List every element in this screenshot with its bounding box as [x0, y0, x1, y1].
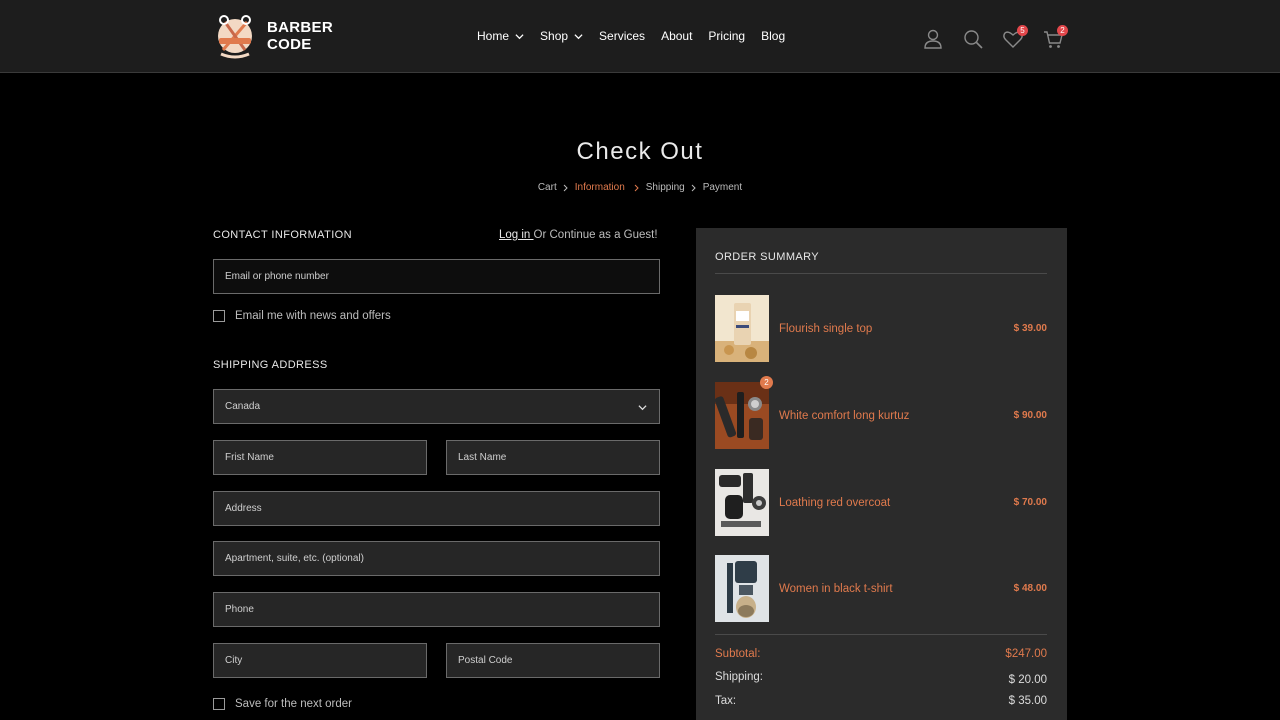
barber-logo-icon	[218, 15, 252, 59]
shipping-heading: SHIPPING ADDRESS	[213, 359, 328, 371]
subtotal-label: Subtotal:	[715, 648, 761, 660]
summary-item: Women in black t-shirt $ 48.00	[715, 555, 1047, 622]
subtotal-value: $247.00	[1005, 648, 1047, 660]
shipping-label: Shipping:	[715, 671, 763, 683]
product-thumbnail-icon	[715, 555, 769, 622]
main-nav: Home Shop Services About Pricing Blog	[477, 29, 801, 43]
newsletter-checkbox[interactable]	[213, 310, 225, 322]
tax-value: $ 35.00	[1008, 695, 1047, 707]
last-name-field[interactable]: Last Name	[446, 440, 660, 475]
tax-label: Tax:	[715, 695, 737, 707]
phone-field[interactable]: Phone	[213, 592, 660, 627]
product-thumbnail-icon	[715, 469, 769, 536]
order-summary: ORDER SUMMARY Flourish single top $ 39.0…	[696, 228, 1067, 720]
item-price: $ 48.00	[1013, 583, 1047, 594]
product-image[interactable]: 2	[715, 376, 773, 449]
nav-label: Shop	[540, 29, 569, 43]
wishlist-count-badge: 5	[1017, 25, 1028, 36]
search-button[interactable]	[962, 28, 984, 50]
summary-item: Loathing red overcoat $ 70.00	[715, 469, 1047, 536]
brand-logo[interactable]: BARBER CODE	[213, 10, 333, 62]
nav-item-pricing[interactable]: Pricing	[708, 29, 745, 43]
country-value: Canada	[225, 401, 261, 412]
country-select[interactable]: Canada	[213, 389, 660, 424]
divider	[715, 634, 1047, 635]
item-name[interactable]: White comfort long kurtuz	[779, 410, 1014, 422]
product-thumbnail-icon	[715, 382, 769, 449]
brand-line-1: BARBER	[267, 19, 333, 36]
newsletter-label: Email me with news and offers	[235, 310, 391, 322]
newsletter-option: Email me with news and offers	[213, 310, 391, 322]
save-order-label: Save for the next order	[235, 698, 352, 710]
summary-heading: ORDER SUMMARY	[715, 251, 820, 263]
save-order-option: Save for the next order	[213, 698, 352, 710]
first-name-field[interactable]: Frist Name	[213, 440, 427, 475]
crumb-shipping[interactable]: Shipping	[646, 182, 685, 193]
contact-heading: CONTACT INFORMATION	[213, 229, 352, 241]
nav-label: Home	[477, 29, 510, 43]
shipping-value: $ 20.00	[1008, 674, 1047, 686]
summary-item: 2 White comfort long kurtuz $ 90.00	[715, 376, 1047, 449]
quantity-badge: 2	[760, 376, 773, 389]
breadcrumb: Cart Information Shipping Payment	[0, 182, 1280, 193]
tax-row: Tax: $ 35.00	[715, 695, 1047, 707]
item-price: $ 90.00	[1013, 410, 1047, 421]
apartment-field[interactable]: Apartment, suite, etc. (optional)	[213, 541, 660, 576]
crumb-information[interactable]: Information	[575, 182, 625, 193]
chevron-right-icon	[691, 184, 696, 191]
guest-text: Or Continue as a Guest!	[533, 229, 658, 241]
item-price: $ 39.00	[1013, 323, 1047, 334]
chevron-down-icon	[638, 405, 647, 411]
item-name[interactable]: Loathing red overcoat	[779, 497, 1014, 509]
product-image[interactable]	[715, 295, 769, 362]
account-button[interactable]	[922, 28, 944, 50]
nav-label: Blog	[761, 29, 786, 43]
login-link[interactable]: Log in	[499, 229, 534, 241]
item-name[interactable]: Women in black t-shirt	[779, 583, 1014, 595]
nav-item-about[interactable]: About	[661, 29, 692, 43]
product-thumbnail-icon	[715, 295, 769, 362]
user-icon	[924, 29, 942, 49]
nav-item-services[interactable]: Services	[599, 29, 645, 43]
product-image[interactable]	[715, 469, 769, 536]
divider	[715, 273, 1047, 274]
address-field[interactable]: Address	[213, 491, 660, 526]
chevron-down-icon	[515, 33, 524, 39]
brand-line-2: CODE	[267, 36, 312, 53]
header-actions: 5 2	[922, 25, 1082, 50]
city-field[interactable]: City	[213, 643, 427, 678]
nav-label: Pricing	[708, 29, 746, 43]
cart-count-badge: 2	[1057, 25, 1068, 36]
subtotal-row: Subtotal: $247.00	[715, 648, 1047, 660]
nav-label: About	[661, 29, 693, 43]
site-header: BARBER CODE Home Shop Services About Pri…	[0, 0, 1280, 73]
product-image[interactable]	[715, 555, 769, 622]
wishlist-button[interactable]: 5	[1002, 25, 1028, 50]
item-price: $ 70.00	[1013, 497, 1047, 508]
cart-button[interactable]: 2	[1042, 25, 1068, 50]
chevron-right-icon	[634, 184, 639, 191]
login-line: Log in Or Continue as a Guest!	[499, 229, 658, 241]
nav-item-blog[interactable]: Blog	[761, 29, 785, 43]
save-order-checkbox[interactable]	[213, 698, 225, 710]
crumb-cart[interactable]: Cart	[538, 182, 557, 193]
email-field[interactable]: Email or phone number	[213, 259, 660, 294]
crumb-payment[interactable]: Payment	[703, 182, 742, 193]
search-icon	[964, 30, 983, 49]
shipping-row: Shipping: $ 20.00	[715, 671, 1047, 686]
nav-item-home[interactable]: Home	[477, 29, 524, 43]
page-title: Check Out	[576, 138, 704, 165]
postal-code-field[interactable]: Postal Code	[446, 643, 660, 678]
nav-label: Services	[599, 29, 646, 43]
chevron-down-icon	[574, 33, 583, 39]
chevron-right-icon	[563, 184, 568, 191]
summary-item: Flourish single top $ 39.00	[715, 295, 1047, 362]
item-name[interactable]: Flourish single top	[779, 323, 1014, 335]
nav-item-shop[interactable]: Shop	[540, 29, 583, 43]
